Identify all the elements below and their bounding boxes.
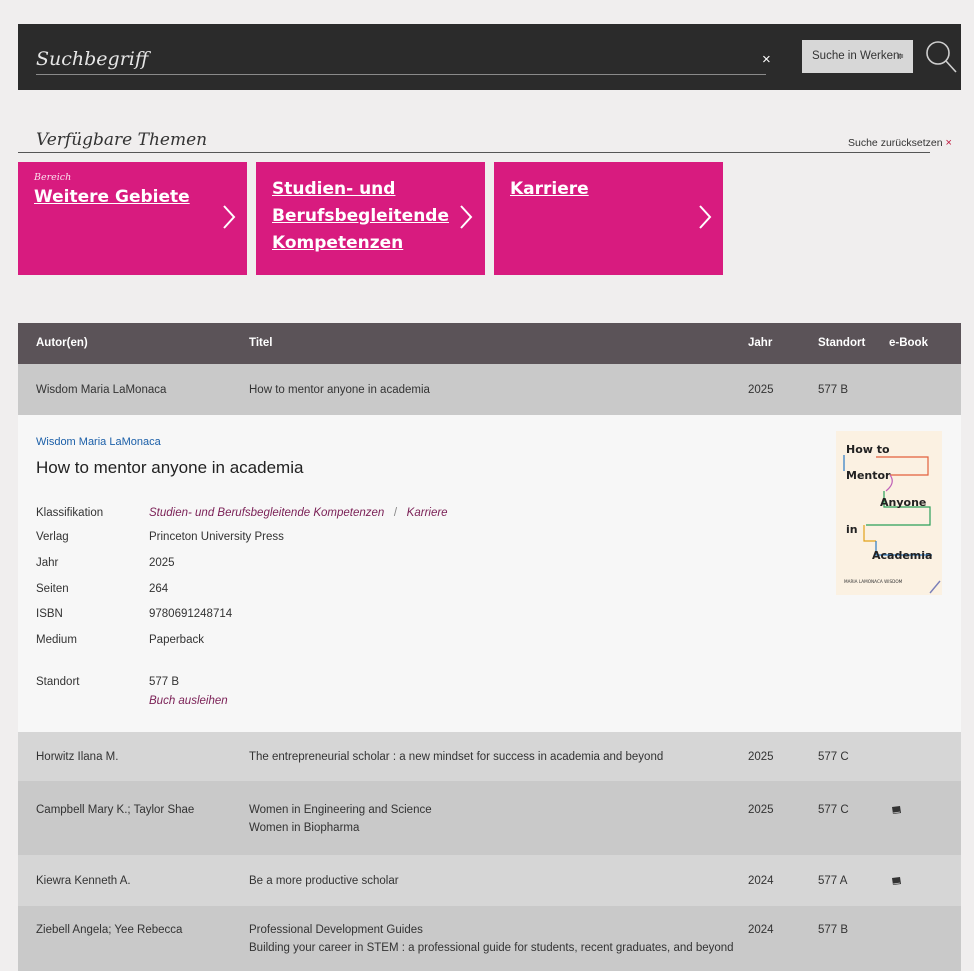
detail-label-pages: Seiten: [36, 583, 69, 595]
ebook-icon[interactable]: [891, 876, 902, 886]
table-row[interactable]: Kiewra Kenneth A. Be a more productive s…: [18, 855, 961, 906]
reset-search-label: Suche zurücksetzen: [848, 137, 943, 149]
row-title: How to mentor anyone in academia: [249, 384, 430, 396]
cover-word-5: Academia: [872, 549, 932, 562]
classification-separator: /: [393, 507, 398, 519]
cover-word-2: Mentor: [846, 469, 891, 482]
row-year: 2024: [748, 924, 774, 936]
detail-label-isbn: ISBN: [36, 608, 63, 620]
detail-label-medium: Medium: [36, 634, 77, 646]
row-title: Women in Engineering and Science: [249, 804, 432, 816]
row-author: Horwitz Ilana M.: [36, 751, 119, 763]
col-header-location[interactable]: Standort: [818, 337, 865, 349]
tile-label-line-3: Kompetenzen: [272, 233, 404, 253]
tile-label-line-2: Berufsbegleitende: [272, 206, 449, 226]
classification-link-karriere[interactable]: Karriere: [407, 507, 448, 519]
detail-author-link[interactable]: Wisdom Maria LaMonaca: [36, 436, 161, 448]
row-year: 2025: [748, 804, 774, 816]
chevron-right-icon: [699, 205, 712, 229]
col-header-year[interactable]: Jahr: [748, 337, 772, 349]
detail-label-publisher: Verlag: [36, 531, 69, 543]
search-scope-value: Suche in Werken: [812, 50, 900, 62]
reset-x-icon: ×: [945, 137, 952, 149]
chevron-right-icon: [460, 205, 473, 229]
row-author: Ziebell Angela; Yee Rebecca: [36, 924, 183, 936]
search-icon: [926, 41, 957, 73]
ebook-icon[interactable]: [891, 805, 902, 815]
detail-title: How to mentor anyone in academia: [36, 458, 304, 477]
cover-author-line: MARIA LAMONACA WISDOM: [844, 579, 903, 584]
detail-value-medium: Paperback: [149, 634, 204, 646]
select-arrows-icon: ≑: [896, 51, 904, 61]
row-year: 2024: [748, 875, 774, 887]
search-bar: × Suche in Werken ≑: [18, 24, 961, 90]
row-title: Professional Development Guides: [249, 924, 423, 936]
detail-classification: Studien- und Berufsbegleitende Kompetenz…: [149, 507, 448, 519]
results-table-header: Autor(en) Titel Jahr Standort e-Book: [18, 323, 961, 364]
row-author: Campbell Mary K.; Taylor Shae: [36, 804, 195, 816]
row-year: 2025: [748, 384, 774, 396]
row-author: Kiewra Kenneth A.: [36, 875, 131, 887]
detail-value-isbn: 9780691248714: [149, 608, 233, 620]
row-title: The entrepreneurial scholar : a new mind…: [249, 751, 664, 763]
row-year: 2025: [748, 751, 774, 763]
detail-panel: Wisdom Maria LaMonaca How to mentor anyo…: [18, 415, 961, 732]
detail-label-location: Standort: [36, 676, 80, 688]
row-location: 577 B: [818, 924, 849, 936]
classification-link-kompetenzen[interactable]: Studien- und Berufsbegleitende Kompetenz…: [149, 507, 384, 519]
tile-label-line-1: Studien- und: [272, 179, 396, 199]
row-location: 577 A: [818, 875, 848, 887]
cover-word-4: in: [846, 523, 858, 536]
cover-word-1: How to: [846, 443, 890, 456]
detail-value-location: 577 B: [149, 676, 180, 688]
search-input[interactable]: [36, 46, 766, 75]
clear-search-button[interactable]: ×: [762, 51, 771, 68]
detail-label-year: Jahr: [36, 557, 59, 569]
detail-label-classification: Klassifikation: [36, 507, 104, 519]
table-row[interactable]: Campbell Mary K.; Taylor Shae Women in E…: [18, 781, 961, 855]
col-header-ebook[interactable]: e-Book: [889, 337, 928, 349]
row-title-secondary: Women in Biopharma: [249, 822, 360, 834]
chevron-right-icon: [223, 205, 236, 229]
reset-search-link[interactable]: Suche zurücksetzen ×: [848, 137, 952, 149]
col-header-title[interactable]: Titel: [249, 337, 272, 349]
row-title-secondary: Building your career in STEM : a profess…: [249, 942, 734, 954]
table-row-selected[interactable]: Wisdom Maria LaMonaca How to mentor anyo…: [18, 364, 961, 415]
row-location: 577 C: [818, 804, 849, 816]
theme-tile-karriere[interactable]: Karriere: [494, 162, 723, 275]
search-scope-select[interactable]: Suche in Werken ≑: [802, 40, 913, 73]
tile-label: Weitere Gebiete: [34, 187, 190, 207]
tile-caption: Bereich: [34, 172, 72, 183]
row-location: 577 B: [818, 384, 849, 396]
detail-value-pages: 264: [149, 583, 169, 595]
theme-tile-kompetenzen[interactable]: Studien- und Berufsbegleitende Kompetenz…: [256, 162, 485, 275]
row-title: Be a more productive scholar: [249, 875, 399, 887]
table-row[interactable]: Ziebell Angela; Yee Rebecca Professional…: [18, 906, 961, 971]
row-location: 577 C: [818, 751, 849, 763]
table-row[interactable]: Horwitz Ilana M. The entrepreneurial sch…: [18, 732, 961, 781]
borrow-book-link[interactable]: Buch ausleihen: [149, 695, 228, 707]
themes-divider: [18, 152, 930, 153]
theme-tile-weitere-gebiete[interactable]: Bereich Weitere Gebiete: [18, 162, 247, 275]
detail-value-publisher: Princeton University Press: [149, 531, 284, 543]
detail-value-year: 2025: [149, 557, 175, 569]
book-cover-image: How to Mentor Anyone in Academia MARIA L…: [836, 431, 942, 595]
cover-word-3: Anyone: [880, 496, 926, 509]
col-header-author[interactable]: Autor(en): [36, 337, 88, 349]
row-author: Wisdom Maria LaMonaca: [36, 384, 167, 396]
themes-title: Verfügbare Themen: [36, 130, 208, 150]
search-button[interactable]: [923, 33, 959, 79]
tile-label: Karriere: [510, 179, 589, 199]
